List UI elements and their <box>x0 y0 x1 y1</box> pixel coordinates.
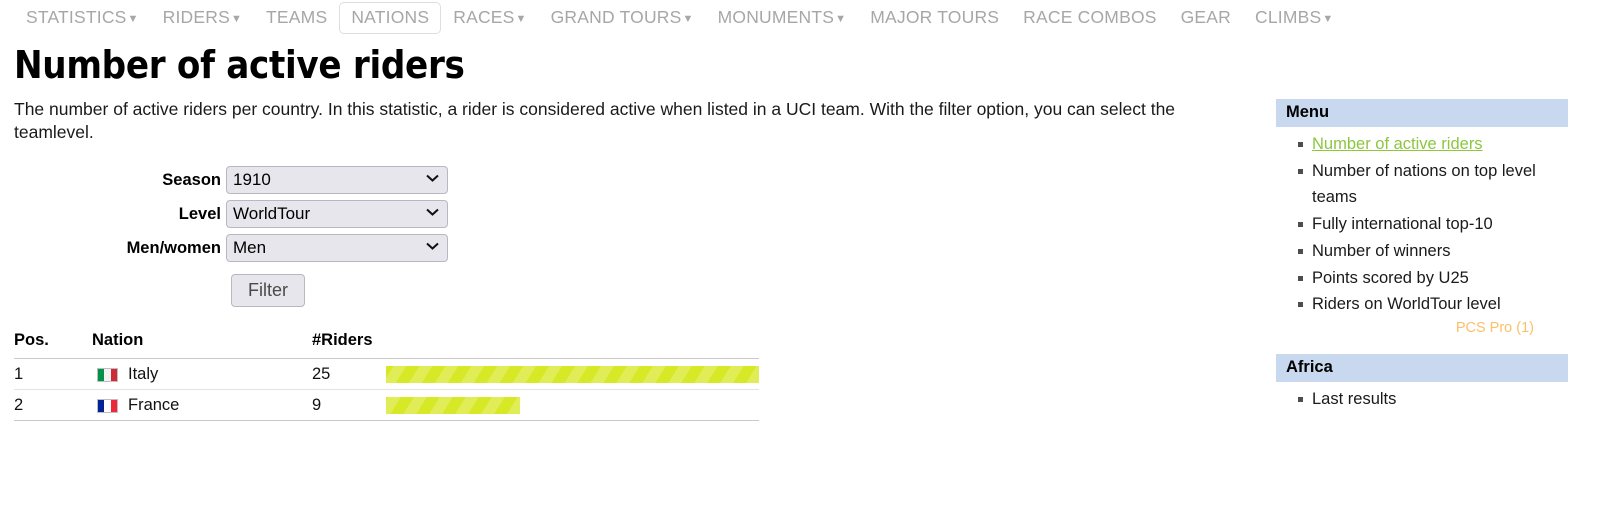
flag-italy-icon <box>97 367 118 382</box>
level-select[interactable]: WorldTour <box>226 200 448 229</box>
nav-item-major-tours[interactable]: MAJOR TOURS <box>858 2 1011 34</box>
list-item[interactable]: Riders on WorldTour level <box>1298 291 1568 318</box>
caret-down-icon: ▼ <box>127 12 139 25</box>
nav-item-label: NATIONS <box>351 7 430 28</box>
flag-stripe <box>110 399 117 412</box>
nav-item-label: GEAR <box>1180 7 1232 28</box>
flag-stripe <box>110 368 117 381</box>
nation-link[interactable]: Italy <box>128 365 158 384</box>
nation-link[interactable]: France <box>128 396 179 415</box>
column-header-bar <box>380 331 759 360</box>
nav-item-climbs[interactable]: CLIMBS ▼ <box>1243 2 1345 34</box>
filter-row-level: Level WorldTour <box>14 200 1276 229</box>
nav-item-teams[interactable]: TEAMS <box>254 2 339 34</box>
nation-cell: Italy <box>92 365 312 384</box>
page-title: Number of active riders <box>14 43 465 87</box>
nav-item-race-combos[interactable]: RACE COMBOS <box>1011 2 1168 34</box>
season-select-wrap[interactable]: 1910 <box>226 166 448 195</box>
sidebar-link[interactable]: Riders on WorldTour level <box>1312 295 1501 313</box>
nav-item-monuments[interactable]: MONUMENTS ▼ <box>706 2 859 34</box>
nav-item-statistics[interactable]: STATISTICS ▼ <box>14 2 151 34</box>
sidebar-link[interactable]: Number of nations on top level teams <box>1312 162 1536 207</box>
column-header-nation[interactable]: Nation <box>92 331 312 360</box>
list-item[interactable]: Fully international top-10 <box>1298 211 1568 238</box>
nav-item-label: STATISTICS <box>26 7 127 28</box>
table-header-row: Pos. Nation #Riders <box>14 331 759 360</box>
filter-button[interactable]: Filter <box>231 274 305 308</box>
nav-item-label: RACES <box>453 7 515 28</box>
sidebar-panel-menu: Menu Number of active riders Number of nat… <box>1276 99 1568 336</box>
gender-select-wrap[interactable]: Men <box>226 234 448 263</box>
cell-position: 2 <box>14 389 92 422</box>
level-label: Level <box>178 204 221 223</box>
nav-item-races[interactable]: RACES ▼ <box>441 2 538 34</box>
nav-item-grand-tours[interactable]: GRAND TOURS ▼ <box>539 2 706 34</box>
right-sidebar: Menu Number of active riders Number of nat… <box>1276 36 1568 431</box>
nation-cell: France <box>92 396 312 415</box>
sidebar-link-active[interactable]: Number of active riders <box>1312 135 1483 153</box>
cell-nation: Italy <box>92 358 312 391</box>
nav-item-label: GRAND TOURS <box>550 7 682 28</box>
cell-position: 1 <box>14 358 92 391</box>
sidebar-panel-title: Africa <box>1276 354 1568 383</box>
list-item[interactable]: Number of winners <box>1298 238 1568 265</box>
list-item[interactable]: Last results <box>1298 386 1568 413</box>
filter-row-season: Season 1910 <box>14 166 1276 195</box>
list-item[interactable]: Number of nations on top level teams <box>1298 158 1568 211</box>
page-body: Number of active riders The number of ac… <box>0 36 1600 431</box>
nav-item-label: CLIMBS <box>1255 7 1322 28</box>
list-item[interactable]: Points scored by U25 <box>1298 265 1568 292</box>
riders-bar <box>386 366 759 384</box>
level-select-wrap[interactable]: WorldTour <box>226 200 448 229</box>
main-navigation[interactable]: STATISTICS ▼ RIDERS ▼ TEAMS NATIONS RACES ▼ GRAN… <box>0 0 1600 36</box>
caret-down-icon: ▼ <box>835 12 847 25</box>
cell-bar <box>380 358 759 391</box>
gender-select[interactable]: Men <box>226 234 448 263</box>
nav-item-label: TEAMS <box>266 7 328 28</box>
sidebar-panel-title: Menu <box>1276 99 1568 127</box>
caret-down-icon: ▼ <box>682 12 694 25</box>
column-header-pos[interactable]: Pos. <box>14 331 92 360</box>
nav-item-label: RIDERS <box>162 7 230 28</box>
caret-down-icon: ▼ <box>230 12 243 25</box>
cell-nation: France <box>92 389 312 422</box>
caret-down-icon: ▼ <box>515 12 527 25</box>
caret-down-icon: ▼ <box>1322 12 1334 25</box>
nav-item-gear[interactable]: GEAR <box>1169 2 1243 34</box>
nav-item-riders[interactable]: RIDERS ▼ <box>151 2 254 34</box>
sidebar-panel-list: Number of active riders Number of nations… <box>1276 131 1568 318</box>
flag-france-icon <box>97 398 118 413</box>
list-item[interactable]: Number of active riders <box>1298 131 1568 158</box>
sidebar-link[interactable]: Number of winners <box>1312 242 1450 260</box>
sidebar-panel-list: Last results <box>1276 386 1568 413</box>
table-body: 1 Italy 25 2 France 9 <box>14 358 759 422</box>
season-label: Season <box>162 170 221 189</box>
nav-item-nations[interactable]: NATIONS <box>339 2 442 34</box>
cell-bar <box>380 389 759 422</box>
sidebar-link[interactable]: Points scored by U25 <box>1312 269 1469 287</box>
sidebar-footnote: PCS Pro (1) <box>1455 320 1534 337</box>
sidebar-link[interactable]: Last results <box>1312 390 1396 408</box>
nav-item-label: MONUMENTS <box>717 7 835 28</box>
column-header-riders[interactable]: #Riders <box>312 331 380 360</box>
cell-riders-count: 25 <box>312 358 380 391</box>
cell-riders-count: 9 <box>312 389 380 422</box>
rankings-table: Pos. Nation #Riders 1 Italy 25 2 France 9 <box>14 331 759 422</box>
filter-form: Season 1910 Level WorldTour Men/women Me… <box>14 166 1276 308</box>
season-select[interactable]: 1910 <box>226 166 448 195</box>
nav-item-label: RACE COMBOS <box>1023 7 1157 28</box>
sidebar-panel-africa: Africa Last results <box>1276 354 1568 413</box>
sidebar-link[interactable]: Fully international top-10 <box>1312 215 1493 233</box>
table-row[interactable]: 2 France 9 <box>14 389 759 422</box>
gender-label: Men/women <box>126 238 221 257</box>
riders-bar <box>386 397 521 415</box>
page-description: The number of active riders per country.… <box>14 98 1176 143</box>
filter-row-gender: Men/women Men <box>14 234 1276 263</box>
filter-button-row: Filter <box>14 268 1276 308</box>
nav-item-label: MAJOR TOURS <box>870 7 1000 28</box>
main-content: Number of active riders The number of ac… <box>14 36 1276 422</box>
table-row[interactable]: 1 Italy 25 <box>14 358 759 391</box>
